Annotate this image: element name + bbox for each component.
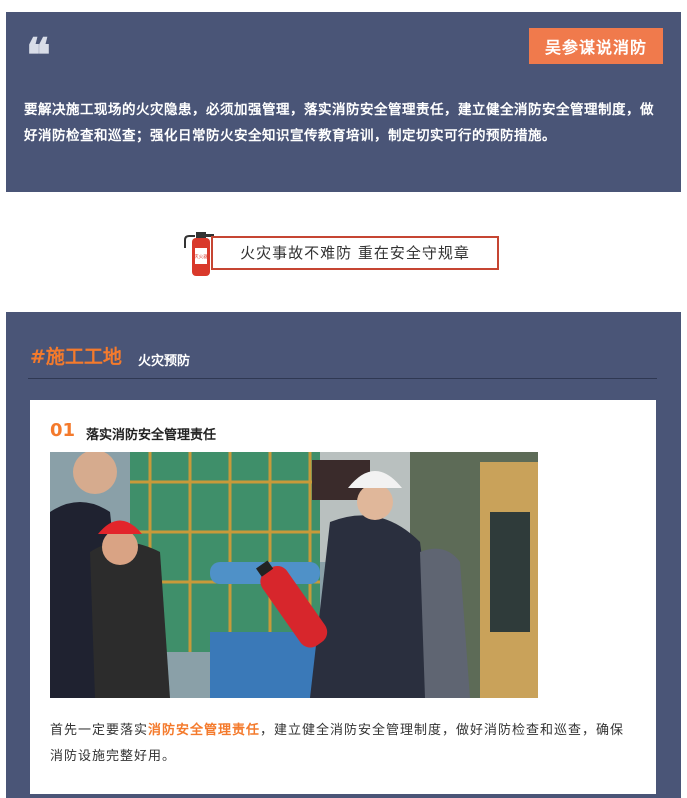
item-number: 01 <box>50 420 76 441</box>
content-card: 01 落实消防安全管理责任 首先一定要落实消防安全管理责任，建立健全消防安全管理… <box>30 400 656 794</box>
slogan-text: 火灾事故不难防 重在安全守规章 <box>211 236 499 270</box>
item-description: 首先一定要落实消防安全管理责任，建立健全消防安全管理制度，做好消防检查和巡查，确… <box>50 718 636 770</box>
section-divider <box>28 378 657 379</box>
extinguisher-label: 灭火器 <box>194 254 208 260</box>
author-badge: 吴参谋说消防 <box>528 28 663 64</box>
section-subtitle: 火灾预防 <box>138 354 191 369</box>
quote-mark-icon: ❝ <box>26 28 51 82</box>
slogan: 灭火器 火灾事故不难防 重在安全守规章 <box>183 230 503 276</box>
description-highlight: 消防安全管理责任 <box>148 723 261 738</box>
intro-text: 要解决施工现场的火灾隐患，必须加强管理，落实消防安全管理责任，建立健全消防安全管… <box>24 102 654 144</box>
intro-panel: ❝ 吴参谋说消防 要解决施工现场的火灾隐患，必须加强管理，落实消防安全管理责任，… <box>6 12 681 192</box>
construction-section: #施工工地 火灾预防 01 落实消防安全管理责任 首先一定要落实消防安全管理责任… <box>6 312 681 798</box>
item-title: 落实消防安全管理责任 <box>86 428 217 443</box>
construction-site-fire-inspection-photo <box>50 452 538 698</box>
section-title: #施工工地 <box>30 346 122 368</box>
description-text-start: 首先一定要落实 <box>50 723 149 738</box>
